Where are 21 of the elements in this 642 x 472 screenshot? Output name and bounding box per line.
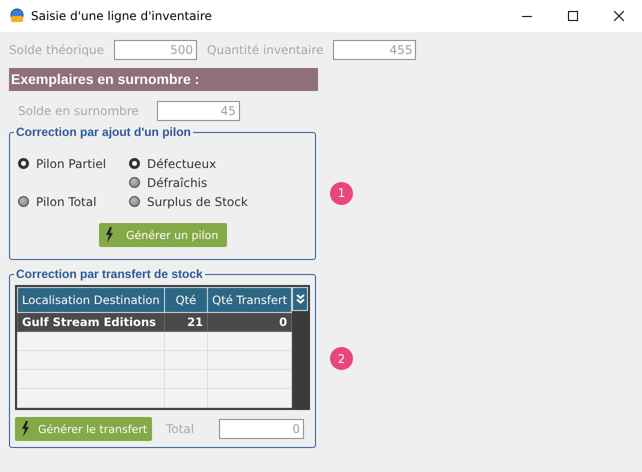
field-label: Solde en surnombre bbox=[18, 104, 139, 118]
table-cell: Gulf Stream Editions bbox=[18, 312, 164, 332]
radio-option[interactable]: Défectueux bbox=[129, 154, 248, 173]
group-title: Correction par ajout d'un pilon bbox=[14, 125, 193, 139]
field-label: Solde théorique bbox=[9, 43, 104, 57]
column-header[interactable]: Qté bbox=[164, 288, 208, 312]
section-header: Exemplaires en surnombre : bbox=[9, 68, 318, 91]
radio-option[interactable]: Surplus de Stock bbox=[129, 192, 248, 211]
field-label: Total bbox=[166, 422, 194, 436]
field-label: Quantité inventaire bbox=[207, 43, 324, 57]
group-title: Correction par transfert de stock bbox=[14, 267, 205, 281]
table-cell: 21 bbox=[164, 312, 208, 332]
number-badge: 2 bbox=[330, 347, 353, 370]
radio-option[interactable]: Pilon Total bbox=[18, 192, 109, 211]
column-header[interactable]: Localisation Destination bbox=[18, 288, 164, 312]
radio-option[interactable]: Défraîchis bbox=[129, 173, 248, 192]
table-cell: 0 bbox=[208, 312, 292, 332]
column-header[interactable]: Qté Transfert bbox=[208, 288, 292, 312]
number-badge: 1 bbox=[330, 182, 353, 204]
radio-option[interactable]: Pilon Partiel bbox=[18, 154, 109, 173]
window-title: Saisie d'une ligne d'inventaire bbox=[31, 9, 212, 23]
